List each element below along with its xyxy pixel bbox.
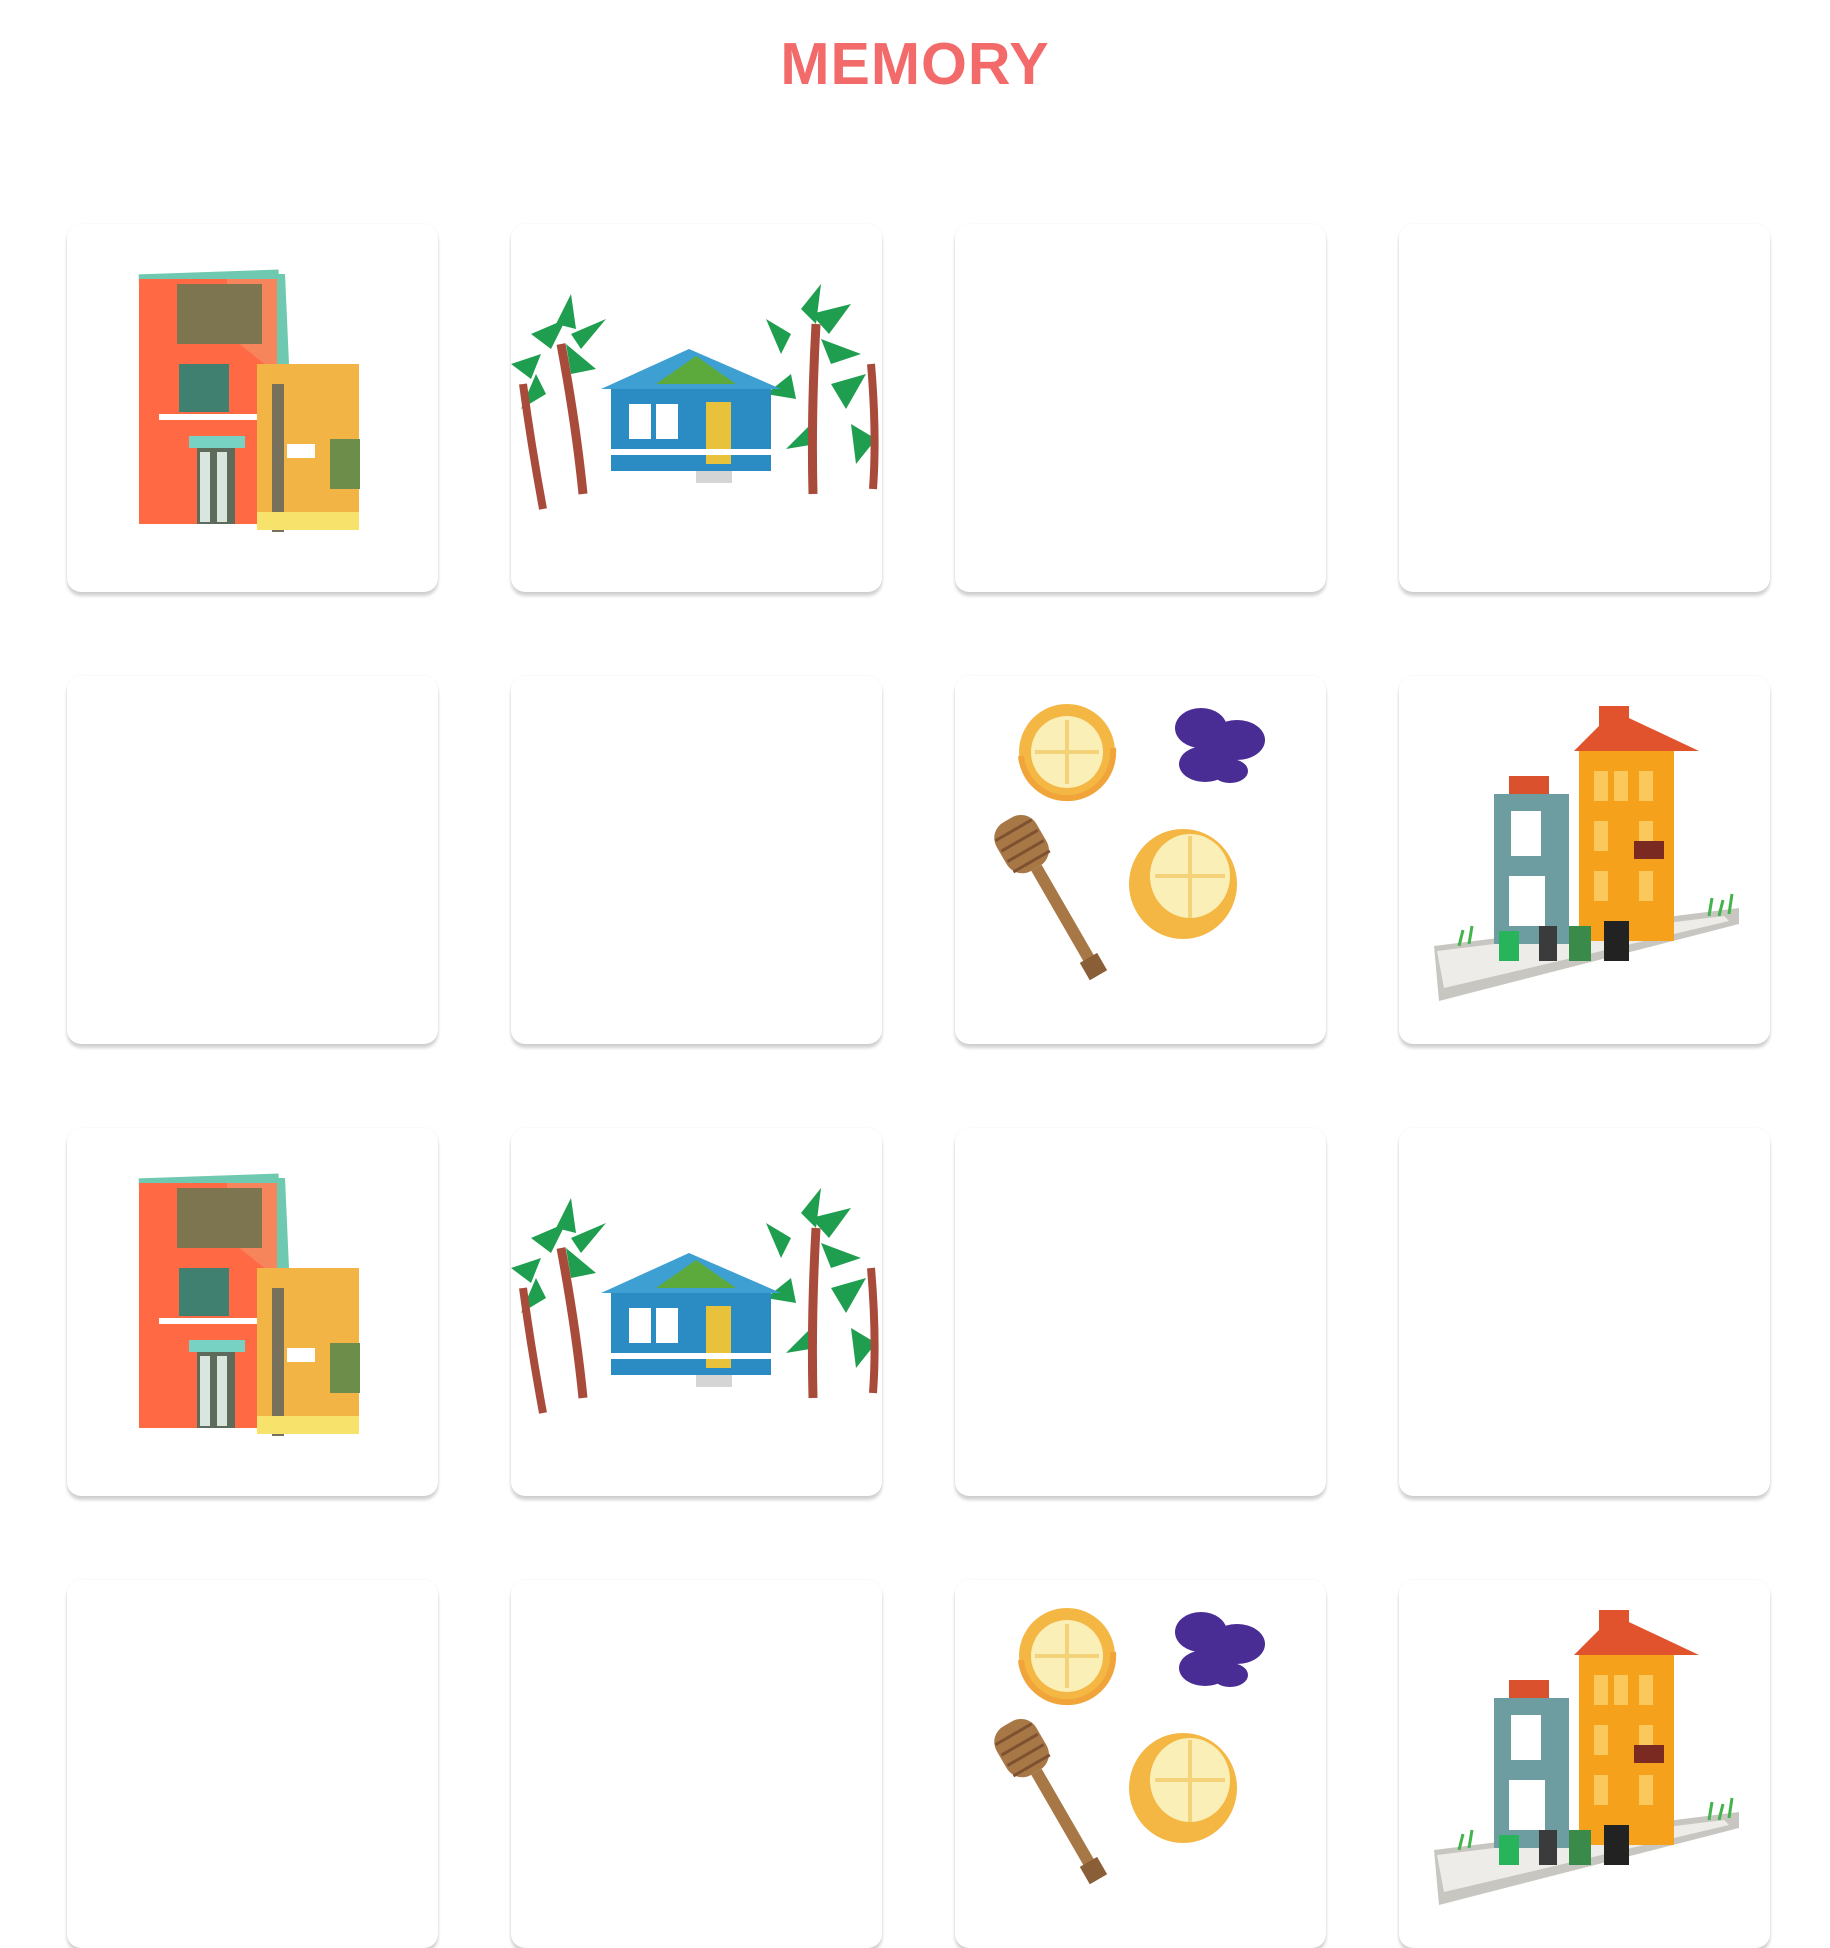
memory-card[interactable] bbox=[511, 224, 882, 592]
memory-card[interactable] bbox=[955, 1128, 1326, 1496]
memory-card[interactable] bbox=[955, 676, 1326, 1044]
lemons-honey-flower-icon bbox=[994, 1608, 1265, 1885]
orange-tower-houses-icon bbox=[1434, 706, 1739, 1001]
memory-card[interactable] bbox=[511, 1128, 882, 1496]
colorful-townhouses-icon bbox=[138, 1173, 360, 1436]
orange-tower-houses-icon bbox=[1434, 1610, 1739, 1905]
memory-card[interactable] bbox=[67, 224, 438, 592]
memory-card[interactable] bbox=[1399, 1580, 1770, 1948]
memory-card[interactable] bbox=[67, 1580, 438, 1948]
memory-card[interactable] bbox=[1399, 676, 1770, 1044]
memory-card[interactable] bbox=[955, 1580, 1326, 1948]
lemons-honey-flower-icon bbox=[994, 704, 1265, 981]
memory-card[interactable] bbox=[67, 1128, 438, 1496]
memory-card[interactable] bbox=[511, 1580, 882, 1948]
memory-card[interactable] bbox=[67, 676, 438, 1044]
colorful-townhouses-icon bbox=[138, 269, 360, 532]
memory-card[interactable] bbox=[511, 676, 882, 1044]
memory-card[interactable] bbox=[1399, 1128, 1770, 1496]
game-title: MEMORY bbox=[780, 31, 1050, 97]
memory-board bbox=[67, 224, 1770, 1948]
beach-house-palms-icon bbox=[511, 1188, 879, 1414]
memory-card[interactable] bbox=[955, 224, 1326, 592]
beach-house-palms-icon bbox=[511, 284, 879, 510]
memory-card[interactable] bbox=[1399, 224, 1770, 592]
